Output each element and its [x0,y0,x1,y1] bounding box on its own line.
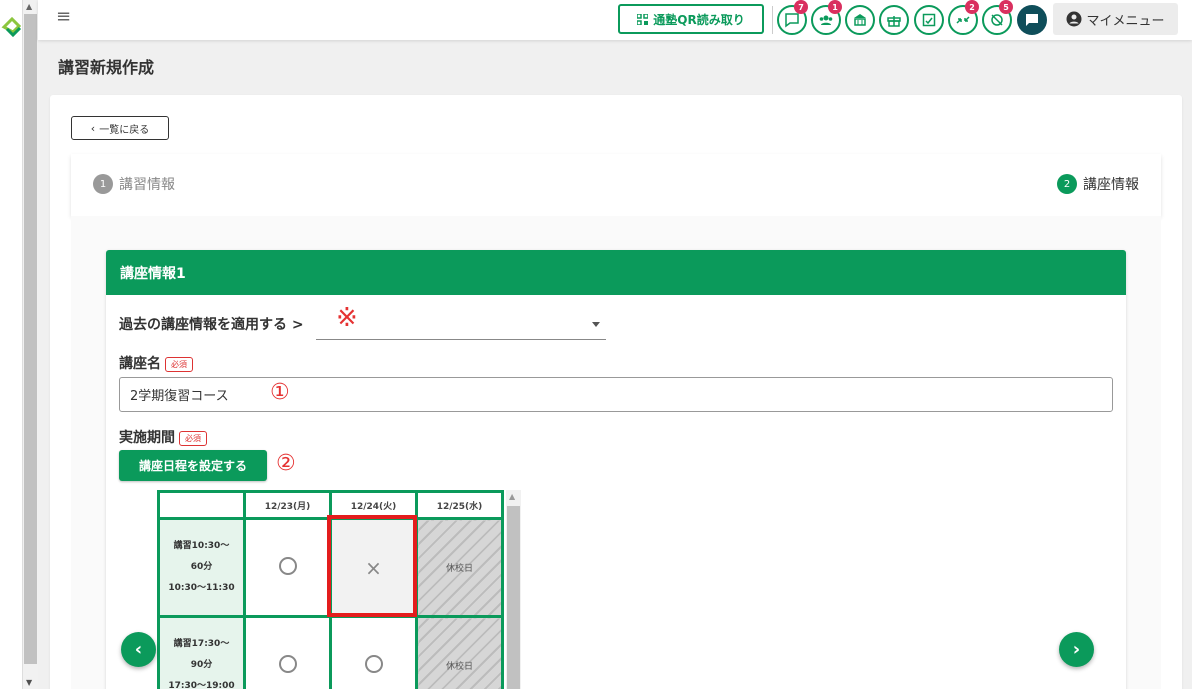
prev-button[interactable]: ‹ [121,632,156,667]
page-title: 講習新規作成 [58,58,155,77]
unavailable-x-icon: × [365,555,382,580]
table-scrollbar-thumb[interactable] [507,506,520,689]
annotation-circle-2: ② [276,451,296,476]
my-menu-button[interactable]: マイメニュー [1053,3,1178,35]
annotation-kome-mark: ※ [336,303,358,333]
step-2-number: 2 [1057,174,1077,194]
scroll-up-icon[interactable]: ▲ [26,2,32,11]
back-label: 一覧に戻る [99,124,150,136]
qr-scan-label: 通塾QR読み取り [653,12,745,27]
step-2-label: 講座情報 [1083,177,1139,193]
account-icon [1066,11,1082,27]
slot-available-cell[interactable] [243,517,332,618]
course-name-input[interactable]: 2学期復習コース [119,377,1113,412]
scroll-up-icon[interactable]: ▲ [509,492,515,501]
group-badge: 1 [828,0,842,14]
closed-day-cell: 休校日 [415,615,504,689]
chat-button[interactable] [1017,5,1047,35]
course-name-value: 2学期復習コース [130,389,229,404]
scroll-down-icon[interactable]: ▼ [26,678,32,687]
date-header: 12/23(月) [243,490,332,520]
my-menu-label: マイメニュー [1086,13,1165,29]
time-slot-header: 講習17:30〜 90分 17:30〜19:00 [157,615,246,689]
school-icon[interactable] [845,5,875,35]
available-circle-icon [364,655,383,673]
stepper: 1 講習情報 2 講座情報 [71,154,1161,216]
transfer-badge: 2 [965,0,979,14]
scrollbar-thumb[interactable] [24,14,37,664]
required-badge: 必須 [179,430,207,446]
past-info-select[interactable] [316,310,606,340]
slot-available-cell[interactable] [243,615,332,689]
course-name-label: 講座名 必須 [119,353,193,373]
hamburger-menu-icon[interactable]: ≡ [56,6,71,27]
document-icon[interactable] [914,5,944,35]
annotation-circle-1: ① [270,380,290,405]
next-button[interactable]: › [1059,632,1094,667]
available-circle-icon [278,557,297,575]
available-circle-icon [278,655,297,673]
step-2[interactable]: 2 講座情報 [1057,174,1139,194]
chevron-left-icon: ‹ [90,121,96,135]
gift-icon[interactable] [879,5,909,35]
closed-day-cell: 休校日 [415,517,504,618]
step-1[interactable]: 1 講習情報 [93,174,175,194]
step-1-label: 講習情報 [119,177,175,193]
table-corner [157,490,246,520]
location-badge: 5 [999,0,1013,14]
back-to-list-button[interactable]: ‹ 一覧に戻る [71,116,169,140]
panel-title: 講座情報1 [106,250,1126,295]
qr-icon [637,13,649,25]
app-logo-icon [1,16,22,38]
page-scrollbar[interactable]: ▲ ▼ [23,0,38,689]
date-header: 12/24(火) [329,490,418,520]
chevron-left-icon: ‹ [134,639,143,660]
header-divider [772,6,773,34]
required-badge: 必須 [165,356,193,372]
dropdown-arrow-icon [592,322,600,327]
message-icon[interactable]: 7 [777,0,808,35]
top-header: ≡ 通塾QR読み取り 7 1 2 5 マイメニュー [38,0,1192,40]
chevron-right-icon: › [1072,639,1081,660]
time-slot-header: 講習10:30〜 60分 10:30〜11:30 [157,517,246,618]
period-label: 実施期間 必須 [119,427,207,447]
apply-past-info-label: 過去の講座情報を適用する > [119,317,304,333]
table-scrollbar[interactable]: ▲ [506,490,521,689]
slot-available-cell[interactable] [329,615,418,689]
set-schedule-button[interactable]: 講座日程を設定する [119,450,267,481]
step-1-number: 1 [93,174,113,194]
transfer-icon[interactable]: 2 [948,0,979,35]
qr-scan-button[interactable]: 通塾QR読み取り [618,4,764,34]
left-strip [0,0,23,689]
date-header: 12/25(水) [415,490,504,520]
schedule-table: 12/23(月) 12/24(火) 12/25(水) 講習10:30〜 60分 10… [157,490,504,689]
chat-icon [1026,14,1038,26]
location-off-icon[interactable]: 5 [982,0,1013,35]
slot-unavailable-cell[interactable]: × [329,517,418,618]
group-icon[interactable]: 1 [811,0,842,35]
message-badge: 7 [794,0,808,14]
